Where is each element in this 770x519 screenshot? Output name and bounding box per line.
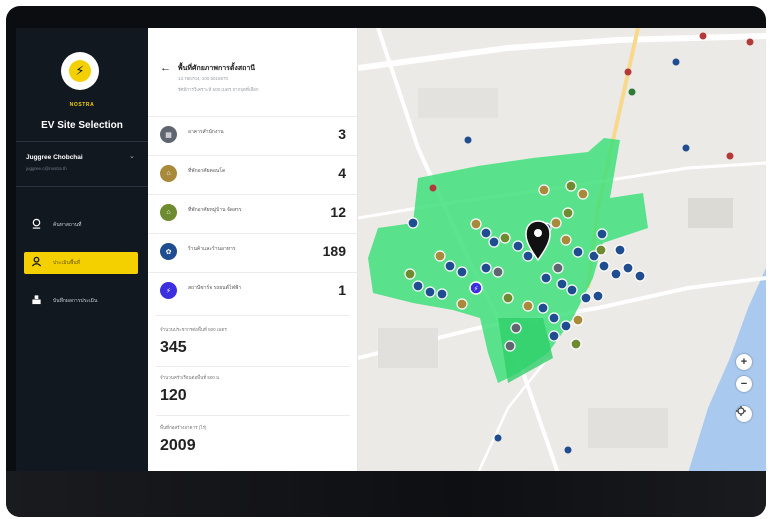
map-poi[interactable] [564, 446, 572, 454]
panel-radius-note: รัศมีการวิเคราะห์ 500 เมตร จากจุดที่เลือ… [178, 87, 259, 92]
stat-label: อาคารสำนักงาน [188, 129, 224, 135]
river [688, 268, 766, 473]
charging-icon: ⚡ [474, 285, 479, 293]
stat-value: 3 [338, 126, 346, 142]
location-user-icon [27, 256, 45, 270]
map-poi[interactable] [726, 152, 734, 160]
store-icon: ⌂ [160, 165, 177, 182]
device-frame: ⚡ NOSTRA EV Site Selection Juggree Chobc… [6, 6, 766, 517]
divider [156, 366, 350, 367]
map-view[interactable]: ⚡ + − [358, 28, 766, 473]
metric-label: พื้นที่ก่อสร้างอาคาร (ไร่) [160, 425, 207, 430]
stat-row-village[interactable]: ⌂ ที่พักอาศัยหมู่บ้าน จัดสรร 12 [148, 194, 358, 228]
panel-title: พื้นที่ศักยภาพการตั้งสถานี [178, 65, 256, 72]
user-name[interactable]: Juggree Chobchai [26, 154, 83, 161]
metric-area: พื้นที่ก่อสร้างอาคาร (ไร่) 2009 [160, 424, 350, 455]
report-icon [27, 294, 45, 308]
map-poi[interactable] [624, 68, 632, 76]
locate-button[interactable] [736, 406, 752, 422]
app-screen: ⚡ NOSTRA EV Site Selection Juggree Chobc… [16, 28, 766, 473]
app-title: EV Site Selection [41, 120, 123, 131]
stats-panel: ← พื้นที่ศักยภาพการตั้งสถานี 13.766704, … [148, 28, 358, 473]
metric-value: 2009 [160, 437, 196, 454]
stat-row-office[interactable]: ▦ อาคารสำนักงาน 3 [148, 116, 358, 150]
stat-row-shops[interactable]: ✿ ร้านค้าและร้านอาหาร 189 [148, 233, 358, 267]
stat-label: ร้านค้าและร้านอาหาร [188, 246, 236, 252]
chevron-down-icon[interactable]: ⌄ [129, 152, 135, 160]
divider [16, 141, 148, 142]
map-poi[interactable] [429, 184, 437, 192]
nav-item-assess[interactable]: ประเมินพื้นที่ [24, 252, 138, 274]
divider [16, 186, 148, 187]
map-poi[interactable] [628, 88, 636, 96]
metric-label: จำนวนประชากรต่อพื้นที่ 500 เมตร [160, 327, 227, 332]
charging-icon: ⚡ [160, 282, 177, 299]
block [588, 408, 668, 448]
map-poi[interactable] [672, 58, 680, 66]
nav-item-search[interactable]: ค้นหาสถานที่ [24, 214, 138, 236]
house-icon: ⌂ [160, 204, 177, 221]
panel-coordinates: 13.766704, 100.5016970 [178, 76, 229, 81]
map-poi[interactable] [464, 136, 472, 144]
metric-value: 120 [160, 387, 187, 404]
map-poi[interactable] [746, 38, 754, 46]
nav-item-report[interactable]: บันทึกผลการประเมิน [24, 290, 138, 312]
stat-row-charging[interactable]: ⚡ สถานีชาร์จ รถยนต์ไฟฟ้า 1 [148, 272, 358, 306]
brand-name: NOSTRA [69, 102, 95, 108]
stat-value: 12 [330, 204, 346, 220]
nav-item-label: บันทึกผลการประเมิน [53, 298, 98, 304]
metric-label: จำนวนครัวเรือนต่อพื้นที่ 500 ม. [160, 375, 221, 380]
divider [156, 415, 350, 416]
stat-label: ที่พักอาศัยหมู่บ้าน จัดสรร [188, 207, 242, 213]
stat-row-condo[interactable]: ⌂ ที่พักอาศัยคอนโด 4 [148, 155, 358, 189]
road [358, 33, 766, 71]
block [418, 88, 498, 118]
stat-value: 1 [338, 282, 346, 298]
device-bottom-bezel [6, 471, 766, 517]
metric-value: 345 [160, 339, 187, 356]
divider [156, 315, 350, 316]
bolt-icon: ⚡ [69, 60, 91, 82]
zoom-out-button[interactable]: − [736, 376, 752, 392]
metric-population: จำนวนประชากรต่อพื้นที่ 500 เมตร 345 [160, 326, 350, 357]
map-poi[interactable] [699, 32, 707, 40]
map-poi[interactable] [682, 144, 690, 152]
map-poi[interactable] [494, 434, 502, 442]
stat-label: สถานีชาร์จ รถยนต์ไฟฟ้า [188, 285, 242, 291]
metric-households: จำนวนครัวเรือนต่อพื้นที่ 500 ม. 120 [160, 374, 350, 405]
nav-item-label: ค้นหาสถานที่ [53, 222, 82, 228]
stat-value: 4 [338, 165, 346, 181]
stat-value: 189 [322, 243, 346, 259]
user-email: juggree.c@nostra.th [26, 166, 67, 171]
search-location-icon [27, 218, 45, 232]
map-canvas[interactable]: ⚡ [358, 28, 766, 473]
block [378, 328, 438, 368]
back-arrow-icon[interactable]: ← [160, 62, 171, 74]
stat-label: ที่พักอาศัยคอนโด [188, 168, 226, 174]
block [688, 198, 733, 228]
building-icon: ▦ [160, 126, 177, 143]
zoom-in-button[interactable]: + [736, 354, 752, 370]
sidebar: ⚡ NOSTRA EV Site Selection Juggree Chobc… [16, 28, 148, 473]
nav-item-label: ประเมินพื้นที่ [53, 260, 80, 266]
app-logo[interactable]: ⚡ [61, 52, 99, 90]
shop-icon: ✿ [160, 243, 177, 260]
crosshair-icon [736, 406, 746, 416]
